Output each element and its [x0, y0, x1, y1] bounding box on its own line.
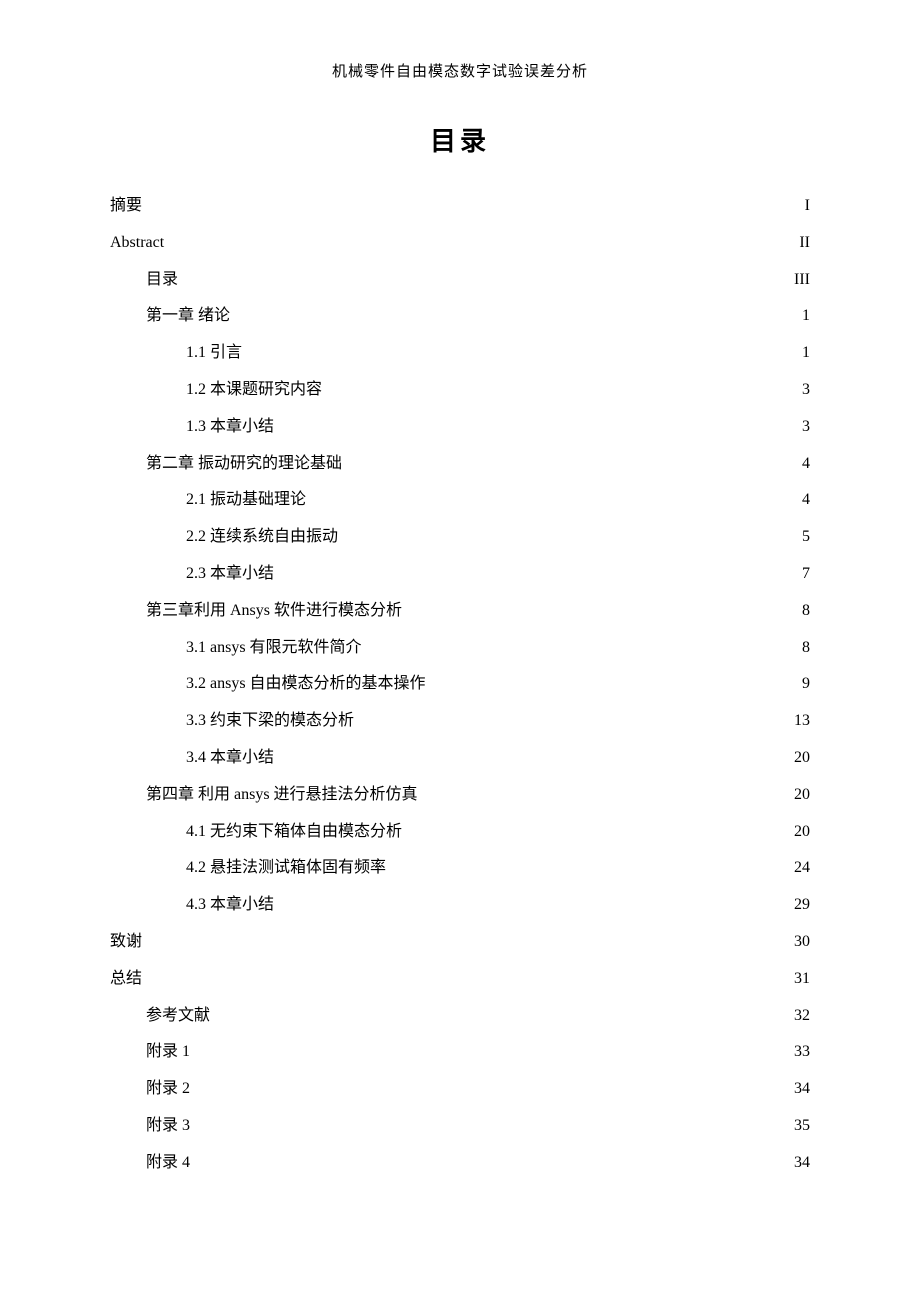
toc-entry-page: 3	[802, 372, 810, 409]
toc-entry: 第四章 利用 ansys 进行悬挂法分析仿真 20	[110, 777, 810, 814]
toc-entry-label: 2.1 振动基础理论	[186, 482, 306, 519]
toc-entry-label: 第四章 利用 ansys 进行悬挂法分析仿真	[146, 777, 418, 814]
toc-entry: 3.4 本章小结 20	[110, 740, 810, 777]
toc-entry: 附录 3 35	[110, 1108, 810, 1145]
toc-entry-label: 第一章 绪论	[146, 298, 230, 335]
toc-entry-label: 3.1 ansys 有限元软件简介	[186, 630, 362, 667]
toc-entry-label: 2.2 连续系统自由振动	[186, 519, 338, 556]
toc-entry-page: 35	[794, 1108, 810, 1145]
running-title-text: 机械零件自由模态数字试验误差分析	[332, 64, 588, 80]
toc-entry: 1.3 本章小结 3	[110, 409, 810, 446]
toc-entry-page: 13	[794, 703, 810, 740]
toc-entry-label: 目录	[146, 262, 178, 299]
toc-entry: 2.1 振动基础理论 4	[110, 482, 810, 519]
toc-entry: 3.2 ansys 自由模态分析的基本操作 9	[110, 666, 810, 703]
toc-entry-label: 2.3 本章小结	[186, 556, 274, 593]
toc-entry: 第三章利用 Ansys 软件进行模态分析 8	[110, 593, 810, 630]
toc-entry-label: 3.2 ansys 自由模态分析的基本操作	[186, 666, 426, 703]
toc-entry-page: 1	[802, 298, 810, 335]
toc-entry: 附录 2 34	[110, 1071, 810, 1108]
toc-entry: 目录 III	[110, 262, 810, 299]
toc-entry-page: II	[799, 225, 810, 262]
toc-entry: Abstract II	[110, 225, 810, 262]
toc-entry-label: 1.2 本课题研究内容	[186, 372, 322, 409]
toc-entry-label: 3.4 本章小结	[186, 740, 274, 777]
running-header: 机械零件自由模态数字试验误差分析	[110, 60, 810, 81]
toc-entry: 附录 4 34	[110, 1145, 810, 1182]
toc-entry-label: 第二章 振动研究的理论基础	[146, 446, 342, 483]
toc-entry: 参考文献 32	[110, 998, 810, 1035]
toc-entry-label: 1.3 本章小结	[186, 409, 274, 446]
toc-entry: 4.2 悬挂法测试箱体固有频率 24	[110, 850, 810, 887]
toc-entry-label: 3.3 约束下梁的模态分析	[186, 703, 354, 740]
toc-entry-page: 20	[794, 777, 810, 814]
toc-entry-page: 3	[802, 409, 810, 446]
toc-entry-label: 摘要	[110, 188, 142, 225]
toc-entry-page: III	[794, 262, 810, 299]
toc-entry-page: 1	[802, 335, 810, 372]
toc-entry: 第二章 振动研究的理论基础 4	[110, 446, 810, 483]
toc-entry-page: I	[805, 188, 810, 225]
document-page: 机械零件自由模态数字试验误差分析 目录 摘要IAbstractII目录III第一…	[0, 0, 920, 1302]
toc-entry-label: 1.1 引言	[186, 335, 242, 372]
toc-title-text: 目录	[430, 127, 490, 156]
toc-title: 目录	[110, 121, 810, 158]
toc-entry: 3.1 ansys 有限元软件简介 8	[110, 630, 810, 667]
toc-entry-page: 4	[802, 482, 810, 519]
toc-entry-page: 34	[794, 1145, 810, 1182]
toc-entry-page: 20	[794, 740, 810, 777]
toc-entry: 第一章 绪论 1	[110, 298, 810, 335]
toc-entry-page: 8	[802, 630, 810, 667]
toc-entry-label: 总结	[110, 961, 142, 998]
toc-entry: 摘要 I	[110, 188, 810, 225]
toc-entry-label: 4.3 本章小结	[186, 887, 274, 924]
toc-entry: 4.1 无约束下箱体自由模态分析 20	[110, 814, 810, 851]
toc-entry-label: 附录 1	[146, 1034, 190, 1071]
toc-entry-page: 34	[794, 1071, 810, 1108]
toc-entry-label: 第三章利用 Ansys 软件进行模态分析	[146, 593, 402, 630]
toc-entry-page: 33	[794, 1034, 810, 1071]
toc-entry: 2.3 本章小结 7	[110, 556, 810, 593]
toc-entry-label: Abstract	[110, 225, 164, 262]
toc-entry: 附录 1 33	[110, 1034, 810, 1071]
toc-entry-label: 致谢	[110, 924, 142, 961]
toc-entry-page: 8	[802, 593, 810, 630]
toc-entry: 4.3 本章小结 29	[110, 887, 810, 924]
toc-entry-label: 参考文献	[146, 998, 210, 1035]
toc-list: 摘要IAbstractII目录III第一章 绪论11.1 引言11.2 本课题研…	[110, 188, 810, 1182]
toc-entry: 致谢 30	[110, 924, 810, 961]
toc-entry: 3.3 约束下梁的模态分析 13	[110, 703, 810, 740]
toc-entry-label: 4.2 悬挂法测试箱体固有频率	[186, 850, 386, 887]
toc-entry-page: 30	[794, 924, 810, 961]
toc-entry-page: 9	[802, 666, 810, 703]
toc-entry: 1.2 本课题研究内容 3	[110, 372, 810, 409]
toc-entry-label: 附录 3	[146, 1108, 190, 1145]
toc-entry-label: 附录 4	[146, 1145, 190, 1182]
toc-entry-page: 4	[802, 446, 810, 483]
toc-entry: 2.2 连续系统自由振动 5	[110, 519, 810, 556]
toc-entry-page: 29	[794, 887, 810, 924]
toc-entry-page: 20	[794, 814, 810, 851]
toc-entry-page: 5	[802, 519, 810, 556]
toc-entry-page: 32	[794, 998, 810, 1035]
toc-entry: 1.1 引言 1	[110, 335, 810, 372]
toc-entry-page: 7	[802, 556, 810, 593]
toc-entry: 总结 31	[110, 961, 810, 998]
toc-entry-page: 31	[794, 961, 810, 998]
toc-entry-page: 24	[794, 850, 810, 887]
toc-entry-label: 4.1 无约束下箱体自由模态分析	[186, 814, 402, 851]
toc-entry-label: 附录 2	[146, 1071, 190, 1108]
